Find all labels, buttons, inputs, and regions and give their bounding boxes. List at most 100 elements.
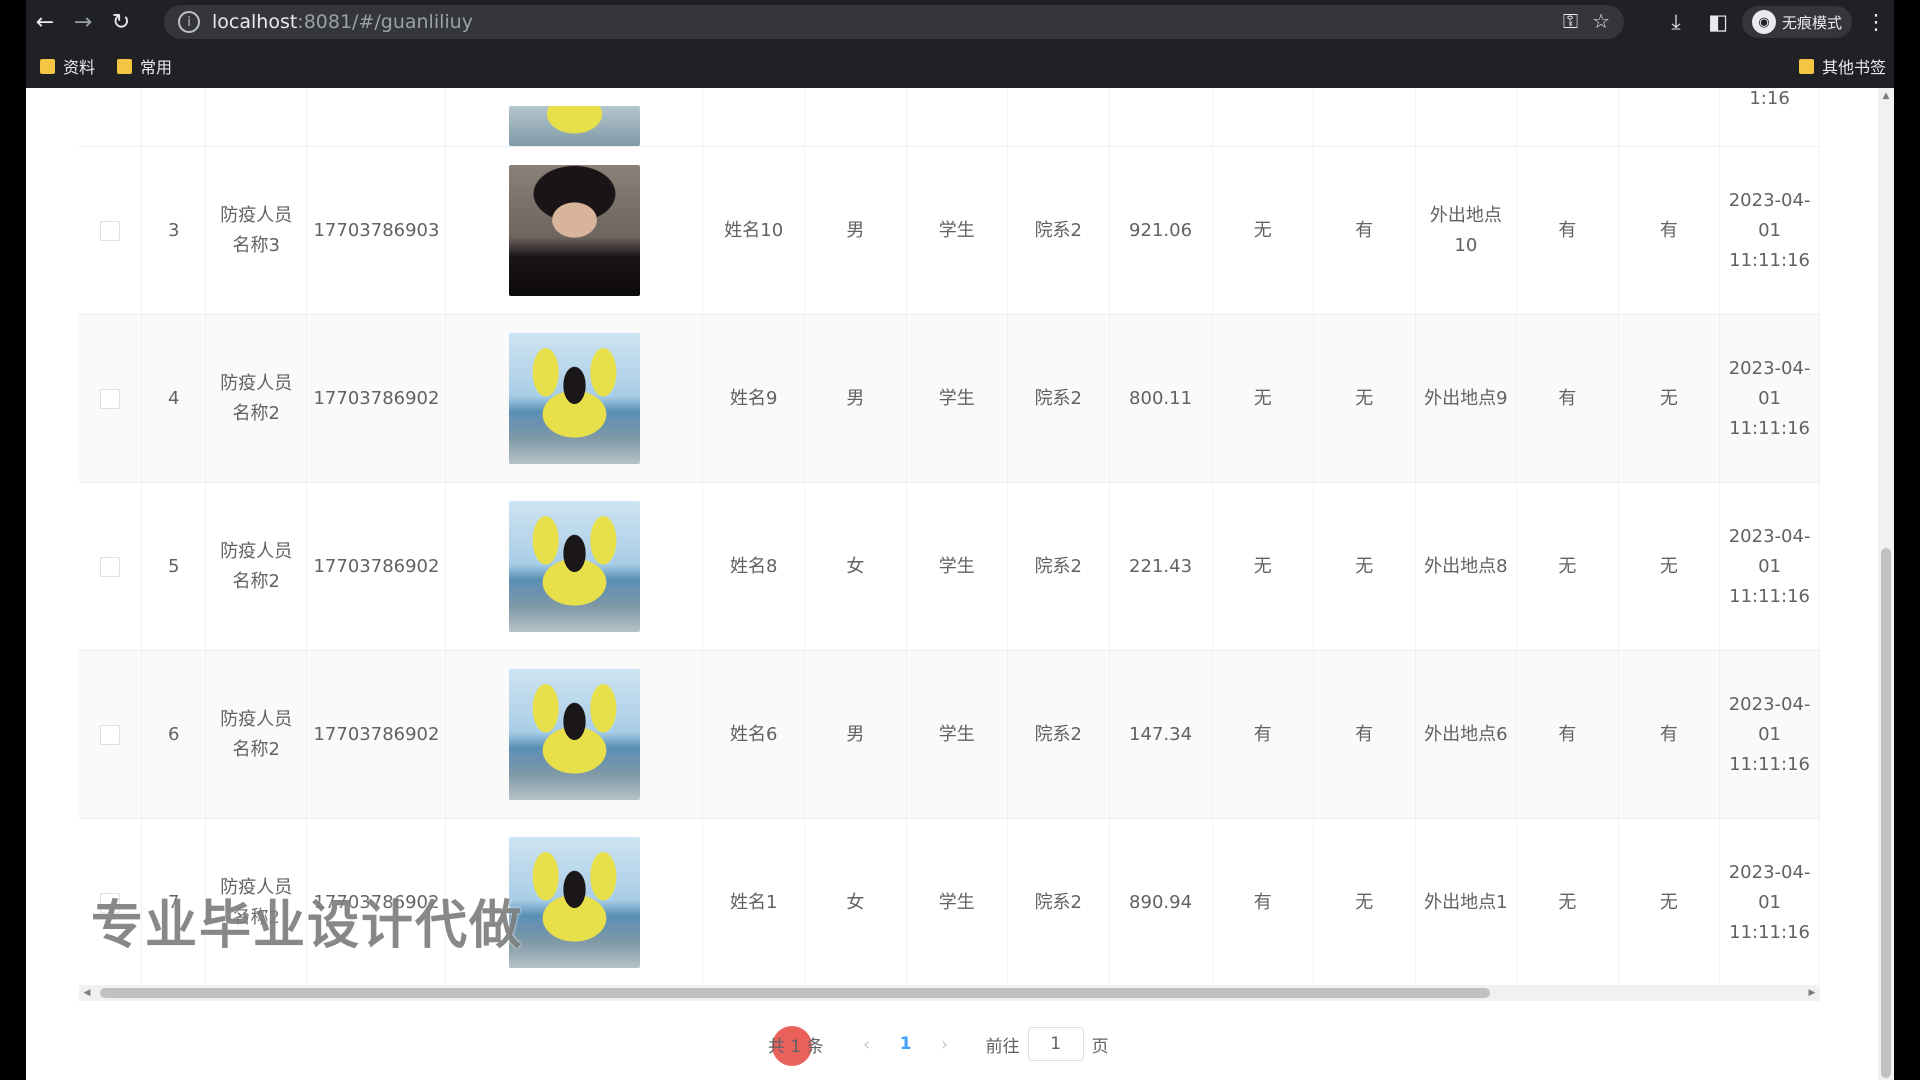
next-page-button[interactable]: › xyxy=(930,1034,960,1055)
person-photo xyxy=(508,333,640,464)
cell-gender: 男 xyxy=(804,146,907,315)
star-icon[interactable]: ☆ xyxy=(1592,9,1610,33)
cell-place: 外出地点8 xyxy=(1415,482,1518,651)
data-table: 1:16 3 防疫人员名称3 17703786903 姓名10 男学生 院系2 921.06… xyxy=(79,88,1820,1008)
cell-role: 学生 xyxy=(906,818,1009,987)
cell-photo xyxy=(445,314,704,483)
menu-dots-icon[interactable]: ⋮ xyxy=(1858,4,1894,40)
incognito-label: 无痕模式 xyxy=(1781,13,1842,32)
vertical-scrollbar[interactable]: ▲ xyxy=(1878,88,1894,1080)
cell-value: 921.06 xyxy=(1109,146,1213,315)
cell-gender: 女 xyxy=(804,818,907,987)
key-icon[interactable]: ⚿ xyxy=(1563,9,1578,33)
folder-icon xyxy=(40,58,55,74)
cell-phone: 17703786902 xyxy=(306,314,447,483)
page-content: 1:16 3 防疫人员名称3 17703786903 姓名10 男学生 院系2 921.06… xyxy=(26,88,1894,1080)
table-row-partial: 1:16 xyxy=(79,88,1820,147)
cell-place: 外出地点10 xyxy=(1415,146,1518,315)
cell-c1: 有 xyxy=(1212,818,1315,987)
table-row[interactable]: 6 防疫人员名称2 17703786902 姓名6 男学生 院系2 147.34 有有外出地点… xyxy=(79,650,1820,819)
download-icon[interactable]: ⤓ xyxy=(1658,4,1694,40)
scroll-up-arrow-icon[interactable]: ▲ xyxy=(1878,88,1894,104)
cell-role: 学生 xyxy=(906,482,1009,651)
row-checkbox[interactable] xyxy=(100,220,121,241)
back-arrow-icon[interactable]: ← xyxy=(26,3,64,41)
cell-dept: 院系2 xyxy=(1007,650,1110,819)
cell-time: 2023-04-01 11:11:16 xyxy=(1719,650,1820,819)
cell-c4: 有 xyxy=(1618,146,1721,315)
url-path: :8081/#/guanliliuy xyxy=(297,11,473,33)
cell-time: 2023-04-01 11:11:16 xyxy=(1719,482,1820,651)
row-checkbox[interactable] xyxy=(100,556,121,577)
cell-c3: 有 xyxy=(1516,650,1619,819)
goto-page: 前往 页 xyxy=(986,1027,1109,1061)
bookmark-folder-1[interactable]: 常用 xyxy=(117,54,172,78)
goto-page-input[interactable] xyxy=(1027,1027,1084,1061)
cell-index: 6 xyxy=(141,650,206,819)
person-photo xyxy=(508,106,640,146)
cell-person: 防疫人员名称2 xyxy=(205,482,308,651)
other-bookmarks-label: 其他书签 xyxy=(1821,58,1886,77)
cell-c3: 无 xyxy=(1516,482,1619,651)
cell-c3: 无 xyxy=(1516,818,1619,987)
cell-select xyxy=(79,482,143,651)
cell-c2: 有 xyxy=(1313,146,1416,315)
incognito-badge[interactable]: ◉ 无痕模式 xyxy=(1741,6,1852,38)
cell-gender: 男 xyxy=(804,314,907,483)
cell-c4: 无 xyxy=(1618,482,1721,651)
cell-gender: 女 xyxy=(804,482,907,651)
bookmark-folder-0[interactable]: 资料 xyxy=(40,54,95,78)
cell-value: 221.43 xyxy=(1109,482,1213,651)
row-checkbox[interactable] xyxy=(100,388,121,409)
other-bookmarks[interactable]: 其他书签 xyxy=(1798,54,1886,78)
cell-c2: 无 xyxy=(1313,818,1416,987)
incognito-icon: ◉ xyxy=(1751,10,1776,34)
person-photo xyxy=(508,669,640,800)
cell-gender: 男 xyxy=(804,650,907,819)
cell-value: 890.94 xyxy=(1109,818,1213,987)
cell-role: 学生 xyxy=(906,314,1009,483)
page-number-1[interactable]: 1 xyxy=(882,1034,930,1054)
scroll-right-arrow-icon[interactable]: ▶ xyxy=(1804,985,1820,1001)
goto-suffix: 页 xyxy=(1091,1036,1109,1057)
scroll-left-arrow-icon[interactable]: ◀ xyxy=(79,985,95,1001)
table-row[interactable]: 3 防疫人员名称3 17703786903 姓名10 男学生 院系2 921.06 无有外出地… xyxy=(79,146,1820,315)
vertical-scroll-thumb[interactable] xyxy=(1881,548,1891,1078)
cell-value: 800.11 xyxy=(1109,314,1213,483)
row-checkbox[interactable] xyxy=(100,724,121,745)
bookmark-label: 常用 xyxy=(140,58,173,77)
cell-value: 147.34 xyxy=(1109,650,1213,819)
cell-c3: 有 xyxy=(1516,314,1619,483)
cell-c1: 无 xyxy=(1212,482,1315,651)
cell-role: 学生 xyxy=(906,650,1009,819)
table-row[interactable]: 4 防疫人员名称2 17703786902 姓名9 男学生 院系2 800.11 无无外出地点… xyxy=(79,314,1820,483)
site-info-icon[interactable]: i xyxy=(178,11,200,33)
cell-index: 5 xyxy=(141,482,206,651)
cell-c4: 无 xyxy=(1618,314,1721,483)
cell-c1: 无 xyxy=(1212,146,1315,315)
cell-photo xyxy=(445,146,704,315)
browser-window: ← → ↻ i localhost:8081/#/guanliliuy ⚿ ☆ … xyxy=(26,0,1894,1080)
folder-icon xyxy=(1798,58,1814,74)
cell-time-partial: 1:16 xyxy=(1719,88,1820,147)
forward-arrow-icon[interactable]: → xyxy=(64,3,102,41)
horizontal-scroll-thumb[interactable] xyxy=(100,988,1490,998)
cell-role: 学生 xyxy=(906,146,1009,315)
cell-c2: 有 xyxy=(1313,650,1416,819)
person-photo xyxy=(508,165,640,296)
cell-select xyxy=(79,314,143,483)
cell-place: 外出地点9 xyxy=(1415,314,1518,483)
prev-page-button[interactable]: ‹ xyxy=(852,1034,882,1055)
reload-icon[interactable]: ↻ xyxy=(102,3,140,41)
side-panel-icon[interactable]: ◧ xyxy=(1700,4,1736,40)
address-bar[interactable]: i localhost:8081/#/guanliliuy ⚿ ☆ xyxy=(164,5,1624,39)
cell-place: 外出地点1 xyxy=(1415,818,1518,987)
cell-place: 外出地点6 xyxy=(1415,650,1518,819)
cell-person: 防疫人员名称2 xyxy=(205,650,308,819)
cell-c3: 有 xyxy=(1516,146,1619,315)
horizontal-scrollbar[interactable]: ◀ ▶ xyxy=(79,985,1820,1001)
table-row[interactable]: 5 防疫人员名称2 17703786902 姓名8 女学生 院系2 221.43 无无外出地点… xyxy=(79,482,1820,651)
cell-c4: 无 xyxy=(1618,818,1721,987)
cell-person: 防疫人员名称3 xyxy=(205,146,308,315)
cell-c2: 无 xyxy=(1313,314,1416,483)
